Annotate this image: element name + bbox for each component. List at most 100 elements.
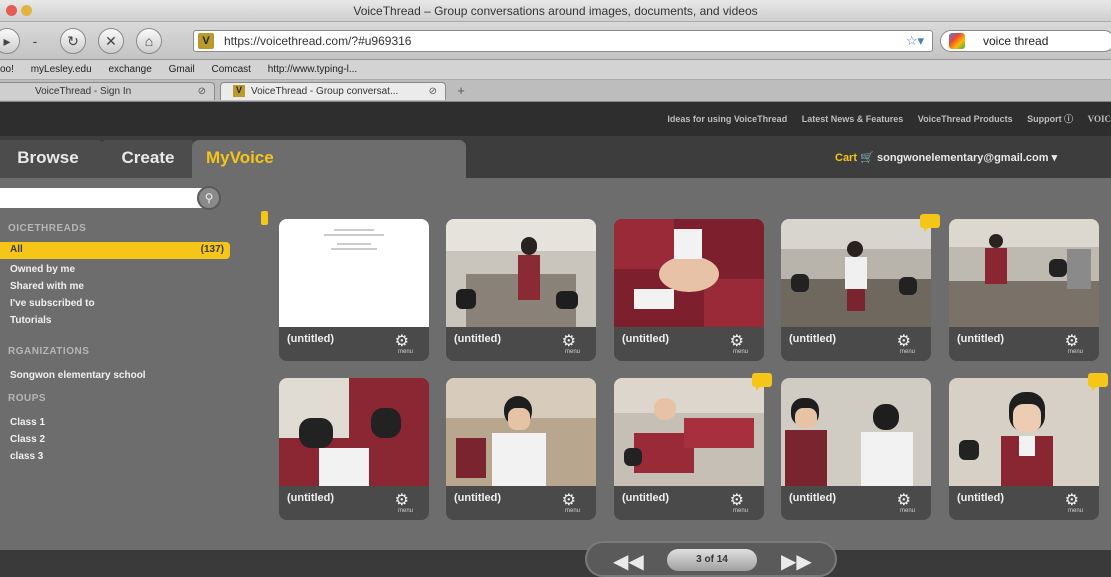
address-bar[interactable]: V https://voicethread.com/?#u969316 ☆▾ [193,30,933,52]
bookmark-item[interactable]: Comcast [212,64,251,75]
site-link[interactable]: Latest News & Features [802,114,904,124]
card-title[interactable]: (untitled) [287,333,334,345]
voicethread-card[interactable]: (untitled) ⚙ menu [781,219,931,361]
tab-browse[interactable]: Browse [0,140,104,178]
tab-create[interactable]: Create [100,140,196,178]
close-tab-icon[interactable]: ⊘ [429,86,437,97]
menu-label: menu [564,508,580,514]
sidebar-item-tutorials[interactable]: Tutorials [10,315,51,326]
gear-icon[interactable]: ⚙ [395,490,409,510]
bookmark-star-icon[interactable]: ☆▾ [906,33,924,49]
google-icon [949,33,965,49]
cart-link[interactable]: Cart 🛒 [835,151,874,164]
card-title[interactable]: (untitled) [789,492,836,504]
site-favicon-icon: V [198,33,214,49]
scroll-marker [261,211,268,225]
gear-icon[interactable]: ⚙ [730,490,744,510]
site-link[interactable]: Ideas for using VoiceThread [667,114,787,124]
thumbnail-kids[interactable] [279,378,429,486]
card-title[interactable]: (untitled) [789,333,836,345]
menu-label: menu [899,508,915,514]
chevron-down-icon: ▾ [1051,152,1058,164]
browser-tab-strip: VoiceThread - Sign In ⊘ V VoiceThread - … [0,80,1111,102]
thumbnail-classroom[interactable] [781,219,931,327]
thumbnail-classroom[interactable] [446,219,596,327]
card-title[interactable]: (untitled) [622,333,669,345]
close-tab-icon[interactable]: ⊘ [198,86,206,97]
sidebar-item-all[interactable]: All (137) [0,242,230,259]
thumbnail-hands[interactable] [614,219,764,327]
sidebar-item-organization[interactable]: Songwon elementary school [10,370,146,381]
previous-page-button[interactable]: ◀◀ [613,549,644,574]
sidebar-search-input[interactable]: ⚲ [0,186,221,210]
site-link[interactable]: VoiceThread Products [918,114,1013,124]
card-title[interactable]: (untitled) [287,492,334,504]
search-field[interactable]: voice thread [940,30,1111,52]
account-email: songwonelementary@gmail.com [877,152,1049,164]
card-title[interactable]: (untitled) [957,333,1004,345]
browser-toolbar: ▸ - ↻ ✕ ⌂ V https://voicethread.com/?#u9… [0,22,1111,60]
tab-myvoice[interactable]: MyVoice [192,140,466,178]
account-menu[interactable]: songwonelementary@gmail.com ▾ [877,151,1057,164]
voicethread-card[interactable]: (untitled) ⚙ menu [781,378,931,520]
menu-label: menu [732,508,748,514]
card-title[interactable]: (untitled) [454,333,501,345]
sidebar-item-class1[interactable]: Class 1 [10,417,45,428]
item-count: (137) [200,244,224,255]
reload-button[interactable]: ↻ [60,28,86,54]
voicethread-card[interactable]: (untitled) ⚙ menu [614,219,764,361]
stop-button[interactable]: ✕ [98,28,124,54]
gear-icon[interactable]: ⚙ [1065,490,1079,510]
bookmark-item[interactable]: exchange [108,64,151,75]
voicethread-card[interactable]: (untitled) ⚙ menu [614,378,764,520]
voicethread-card[interactable]: (untitled) ⚙ menu [446,219,596,361]
gear-icon[interactable]: ⚙ [562,331,576,351]
next-page-button[interactable]: ▶▶ [781,549,812,574]
card-title[interactable]: (untitled) [454,492,501,504]
thumbnail-boy[interactable] [446,378,596,486]
section-organizations: RGANIZATIONS [8,346,90,357]
thumbnail-document[interactable] [279,219,429,327]
browser-tab-active[interactable]: V VoiceThread - Group conversat... ⊘ [220,82,446,100]
voicethread-card[interactable]: (untitled) ⚙ menu [949,219,1099,361]
browser-window: VoiceThread – Group conversations around… [0,0,1111,577]
thumbnail-classroom[interactable] [949,219,1099,327]
bookmark-item[interactable]: http://www.typing-l... [268,64,357,75]
gear-icon[interactable]: ⚙ [1065,331,1079,351]
voicethread-card[interactable]: (untitled) ⚙ menu [446,378,596,520]
voicethread-card[interactable]: (untitled) ⚙ menu [279,378,429,520]
gear-icon[interactable]: ⚙ [730,331,744,351]
cart-icon: 🛒 [860,152,874,164]
browser-tab[interactable]: VoiceThread - Sign In ⊘ [0,82,215,100]
voicethread-card[interactable]: (untitled) ⚙ menu [949,378,1099,520]
gear-icon[interactable]: ⚙ [562,490,576,510]
card-title[interactable]: (untitled) [957,492,1004,504]
sidebar-item-owned[interactable]: Owned by me [10,264,75,275]
thumbnail-arms[interactable] [614,378,764,486]
site-link[interactable]: Support ⓘ [1027,114,1073,124]
gear-icon[interactable]: ⚙ [395,331,409,351]
voicethread-card[interactable]: (untitled) ⚙ menu [279,219,429,361]
gear-icon[interactable]: ⚙ [897,490,911,510]
thumbnail-girl[interactable] [949,378,1099,486]
site-link[interactable]: VOIC [1088,114,1111,124]
home-button[interactable]: ⌂ [136,28,162,54]
gear-icon[interactable]: ⚙ [897,331,911,351]
bookmark-item[interactable]: Gmail [169,64,195,75]
sidebar-item-class3[interactable]: class 3 [10,451,43,462]
bookmark-item[interactable]: myLesley.edu [31,64,92,75]
new-tab-button[interactable]: + [452,83,470,99]
bookmark-item[interactable]: oo! [0,64,14,75]
history-dropdown[interactable]: - [26,28,44,54]
card-footer: (untitled) ⚙ menu [614,486,764,520]
thumbnail-boys[interactable] [781,378,931,486]
card-title[interactable]: (untitled) [622,492,669,504]
sidebar-item-shared[interactable]: Shared with me [10,281,84,292]
search-icon[interactable]: ⚲ [197,186,221,210]
window-title: VoiceThread – Group conversations around… [353,4,758,18]
sidebar: ⚲ OICETHREADS All (137) Owned by me Shar… [0,178,240,550]
forward-button[interactable]: ▸ [0,28,20,54]
menu-label: menu [732,349,748,355]
sidebar-item-subscribed[interactable]: I've subscribed to [10,298,95,309]
sidebar-item-class2[interactable]: Class 2 [10,434,45,445]
